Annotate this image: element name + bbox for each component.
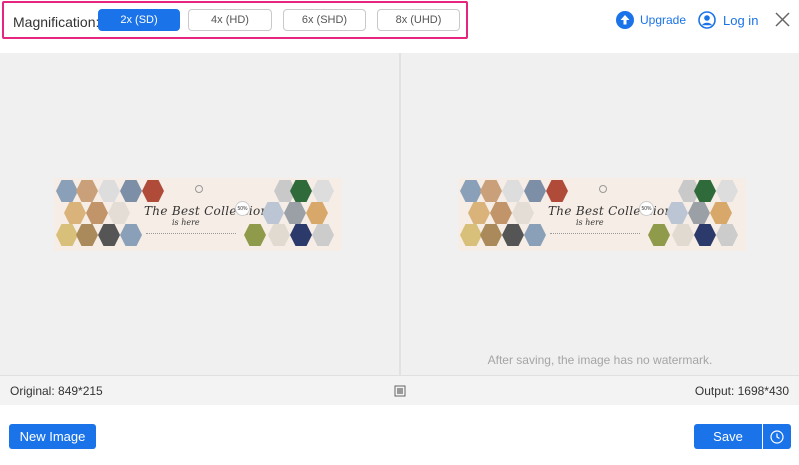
login-label: Log in — [723, 12, 759, 28]
history-button[interactable] — [763, 424, 791, 449]
info-bar: Original: 849*215 Output: 1698*430 — [0, 375, 799, 405]
close-icon[interactable] — [774, 11, 791, 28]
magnification-label: Magnification: — [13, 14, 100, 30]
top-bar: Magnification: 2x (SD) 4x (HD) 6x (SHD) … — [0, 0, 799, 52]
bottom-bar: New Image Save — [0, 405, 799, 465]
output-image: The Best Collection is here 50% — [458, 178, 746, 251]
magnification-2x-button[interactable]: 2x (SD) — [98, 9, 180, 31]
magnification-4x-button[interactable]: 4x (HD) — [188, 9, 272, 31]
new-image-button[interactable]: New Image — [9, 424, 96, 449]
upgrade-label: Upgrade — [640, 13, 687, 27]
original-preview-panel: The Best Collection is here 50% — [0, 53, 399, 375]
banner-title: The Best Collection — [548, 204, 673, 218]
banner-title: The Best Collection — [144, 204, 269, 218]
login-link[interactable]: Log in — [698, 10, 758, 30]
banner-badge: 50% — [639, 201, 654, 216]
upgrade-icon — [616, 11, 634, 29]
upgrade-link[interactable]: Upgrade — [616, 10, 686, 30]
original-size: Original: 849*215 — [10, 384, 103, 398]
save-button[interactable]: Save — [694, 424, 762, 449]
magnification-6x-button[interactable]: 6x (SHD) — [283, 9, 366, 31]
banner-badge: 50% — [235, 201, 250, 216]
output-size: Output: 1698*430 — [694, 384, 789, 398]
banner-subtitle: is here — [576, 218, 604, 227]
output-preview-panel: The Best Collection is here 50% — [401, 53, 799, 375]
compare-icon[interactable] — [394, 385, 406, 397]
magnification-8x-button[interactable]: 8x (UHD) — [377, 9, 460, 31]
watermark-note: After saving, the image has no watermark… — [487, 353, 713, 367]
user-icon — [698, 11, 716, 29]
clock-icon — [770, 429, 784, 444]
banner-subtitle: is here — [172, 218, 200, 227]
original-image: The Best Collection is here 50% — [54, 178, 342, 251]
